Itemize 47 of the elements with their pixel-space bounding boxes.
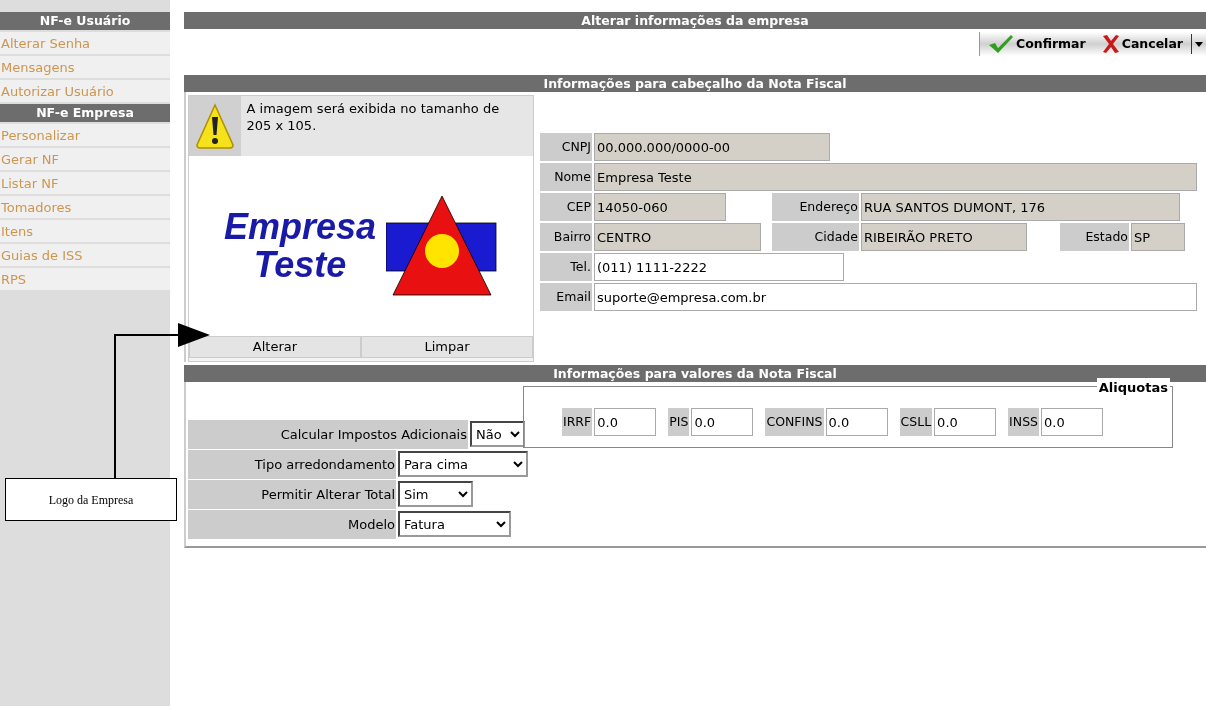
field-label: Endereço: [772, 193, 859, 221]
section-title: Informações para cabeçalho da Nota Fiscal: [184, 75, 1206, 92]
dropdown[interactable]: Fatura: [398, 511, 511, 537]
check-icon: [988, 34, 1014, 54]
input-field[interactable]: (011) 1111-2222: [594, 253, 844, 281]
field-label: Modelo: [188, 510, 396, 539]
callout-label: Logo da Empresa: [5, 478, 177, 521]
x-icon: [1101, 34, 1120, 54]
confirm-button[interactable]: Confirmar: [980, 32, 1094, 56]
field-label: Nome: [540, 163, 592, 191]
field-label: Email: [540, 283, 592, 311]
dropdown[interactable]: Sim: [398, 481, 473, 507]
field-label: Tipo arredondamento: [188, 450, 396, 479]
image-button[interactable]: Alterar: [189, 336, 361, 358]
field-label: CSLL: [899, 408, 933, 436]
dropdown[interactable]: Não: [470, 421, 525, 447]
input-field[interactable]: 0.0: [594, 408, 657, 436]
cancel-button[interactable]: Cancelar: [1093, 32, 1191, 56]
field-label: CNPJ: [540, 133, 592, 161]
page-title: Alterar informações da empresa: [184, 12, 1206, 29]
field-label: PIS: [668, 408, 690, 436]
input-field[interactable]: 0.0: [1041, 408, 1103, 436]
field-label: CONFINS: [765, 408, 824, 436]
image-button[interactable]: Limpar: [361, 336, 533, 358]
warning-message: A imagem será exibida no tamanho de 205 x 105.: [245, 100, 501, 135]
sidebar-heading: NF-e Empresa: [0, 104, 170, 122]
warning-icon: [194, 103, 235, 149]
sidebar-heading: NF-e Usuário: [0, 12, 170, 30]
dropdown-caret-icon[interactable]: [1191, 34, 1206, 54]
field-label: Permitir Alterar Total: [188, 480, 396, 509]
section-title: Informações para valores da Nota Fiscal: [184, 365, 1206, 382]
field-label: Estado: [1060, 223, 1129, 251]
field-label: Calcular Impostos Adicionais: [188, 420, 468, 449]
input-field[interactable]: 0.0: [934, 408, 997, 436]
field-label: Cidade: [772, 223, 859, 251]
field-label: INSS: [1008, 408, 1039, 436]
input-field[interactable]: suporte@empresa.com.br: [594, 283, 1197, 311]
dropdown[interactable]: Para cima: [398, 451, 528, 477]
group-legend: Aliquotas: [1096, 378, 1170, 398]
logo-text: Empresa: [223, 208, 377, 246]
field-label: IRRF: [562, 408, 593, 436]
field-label: Tel.: [540, 253, 592, 281]
input-field[interactable]: 0.0: [691, 408, 754, 436]
input-field[interactable]: 0.0: [825, 408, 888, 436]
field-label: Bairro: [540, 223, 592, 251]
field-label: CEP: [540, 193, 592, 221]
logo-text: Teste: [253, 246, 347, 284]
